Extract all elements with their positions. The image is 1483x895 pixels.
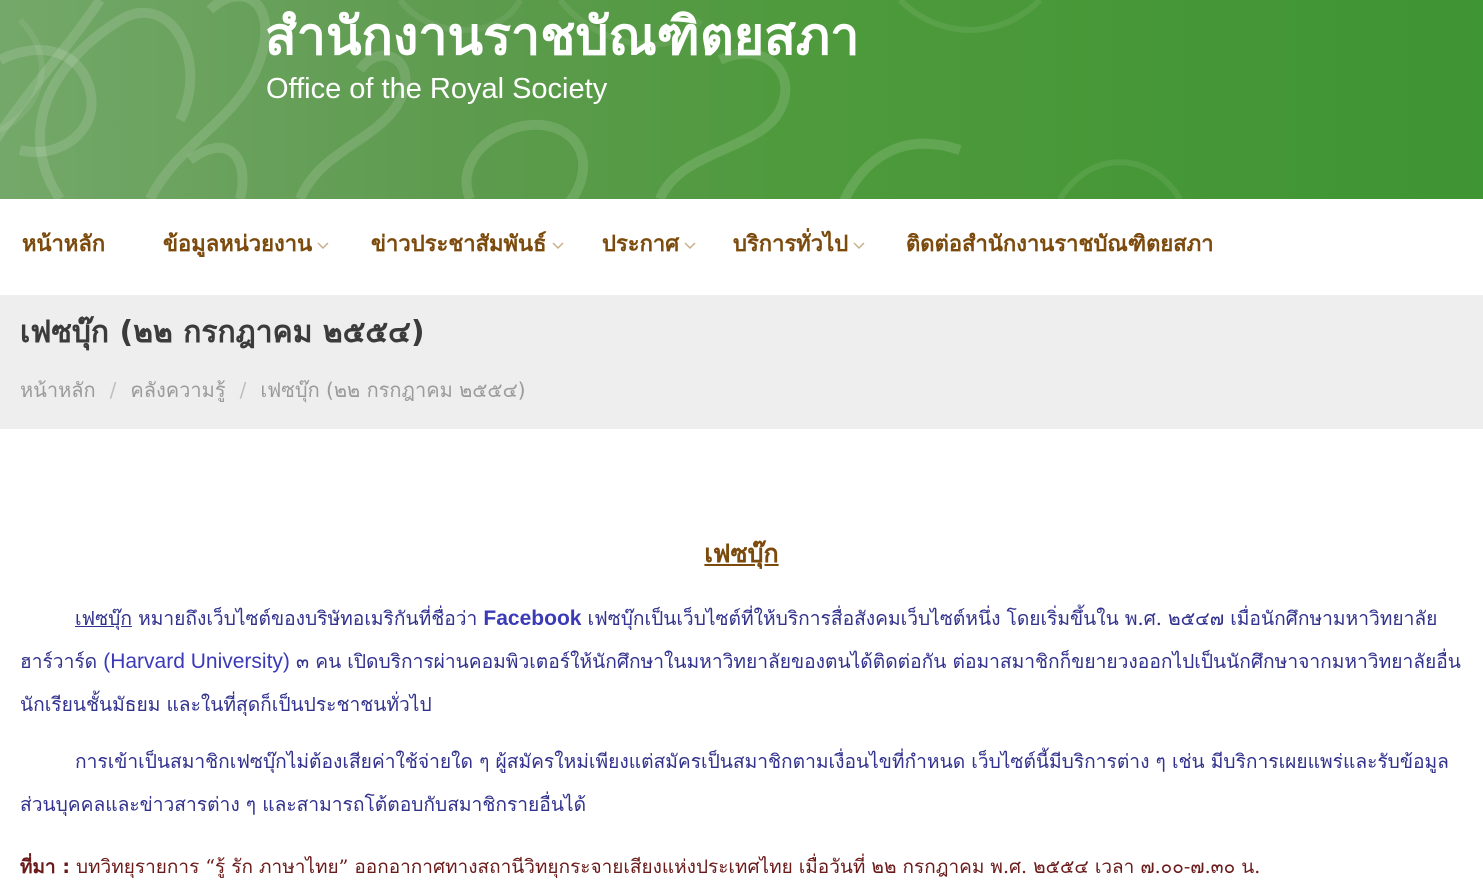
page-title-bar: เฟซบุ๊ก (๒๒ กรกฎาคม ๒๕๕๔) หน้าหลัก / คลั… [0, 295, 1483, 429]
article-heading-text: เฟซบุ๊ก [704, 539, 779, 568]
chevron-down-icon [684, 242, 696, 250]
breadcrumb: หน้าหลัก / คลังความรู้ / เฟซบุ๊ก (๒๒ กรก… [20, 375, 526, 405]
paragraph-text: หมายถึงเว็บไซต์ของบริษัทอเมริกันที่ชื่อว… [131, 607, 484, 630]
nav-item-contact[interactable]: ติดต่อสำนักงานราชบัณฑิตยสภา [906, 228, 1214, 262]
source-label: ที่มา : [20, 856, 70, 878]
source-note: ที่มา : บทวิทยุรายการ “รู้ รัก ภาษาไทย” … [20, 846, 1260, 889]
nav-item-services[interactable]: บริการทั่วไป [733, 228, 866, 262]
breadcrumb-current: เฟซบุ๊ก (๒๒ กรกฎาคม ๒๕๕๔) [260, 378, 526, 402]
article-paragraph-1: เฟซบุ๊ก หมายถึงเว็บไซต์ของบริษัทอเมริกัน… [20, 597, 1465, 726]
nav-item-news[interactable]: ข่าวประชาสัมพันธ์ [371, 228, 565, 262]
nav-item-announcements[interactable]: ประกาศ [602, 228, 697, 262]
chevron-down-icon [317, 242, 329, 250]
site-title[interactable]: สำนักงานราชบัณฑิตยสภา [265, 2, 859, 72]
facebook-name: Facebook [483, 607, 582, 630]
nav-label: ติดต่อสำนักงานราชบัณฑิตยสภา [906, 232, 1214, 257]
breadcrumb-separator: / [239, 378, 247, 402]
nav-label: บริการทั่วไป [733, 232, 849, 257]
article-paragraph-2: การเข้าเป็นสมาชิกเฟซบุ๊กไม่ต้องเสียค่าใช… [20, 750, 1449, 816]
main-nav: หน้าหลัก ข้อมูลหน่วยงาน ข่าวประชาสัมพันธ… [0, 199, 1483, 295]
nav-item-home[interactable]: หน้าหลัก [22, 228, 105, 262]
breadcrumb-knowledge[interactable]: คลังความรู้ [130, 375, 225, 405]
chevron-down-icon [552, 242, 564, 250]
site-header: สำนักงานราชบัณฑิตยสภา Office of the Roya… [0, 0, 1483, 199]
breadcrumb-separator: / [109, 378, 117, 402]
nav-label: ประกาศ [602, 232, 680, 257]
facebook-term-link[interactable]: เฟซบุ๊ก [75, 607, 132, 630]
harvard-name: (Harvard University) [103, 650, 290, 673]
chevron-down-icon [853, 242, 865, 250]
breadcrumb-home[interactable]: หน้าหลัก [20, 375, 96, 405]
nav-label: ข่าวประชาสัมพันธ์ [371, 232, 547, 257]
nav-label: หน้าหลัก [22, 232, 106, 257]
nav-label: ข้อมูลหน่วยงาน [163, 232, 313, 257]
source-text: บทวิทยุรายการ “รู้ รัก ภาษาไทย” ออกอากาศ… [69, 856, 1261, 878]
article-content: เฟซบุ๊ก เฟซบุ๊ก หมายถึงเว็บไซต์ของบริษัท… [0, 429, 1483, 895]
page-title: เฟซบุ๊ก (๒๒ กรกฎาคม ๒๕๕๔) [20, 315, 425, 350]
nav-item-about[interactable]: ข้อมูลหน่วยงาน [163, 228, 330, 262]
site-subtitle: Office of the Royal Society [266, 73, 608, 105]
article-heading: เฟซบุ๊ก [0, 534, 1483, 574]
